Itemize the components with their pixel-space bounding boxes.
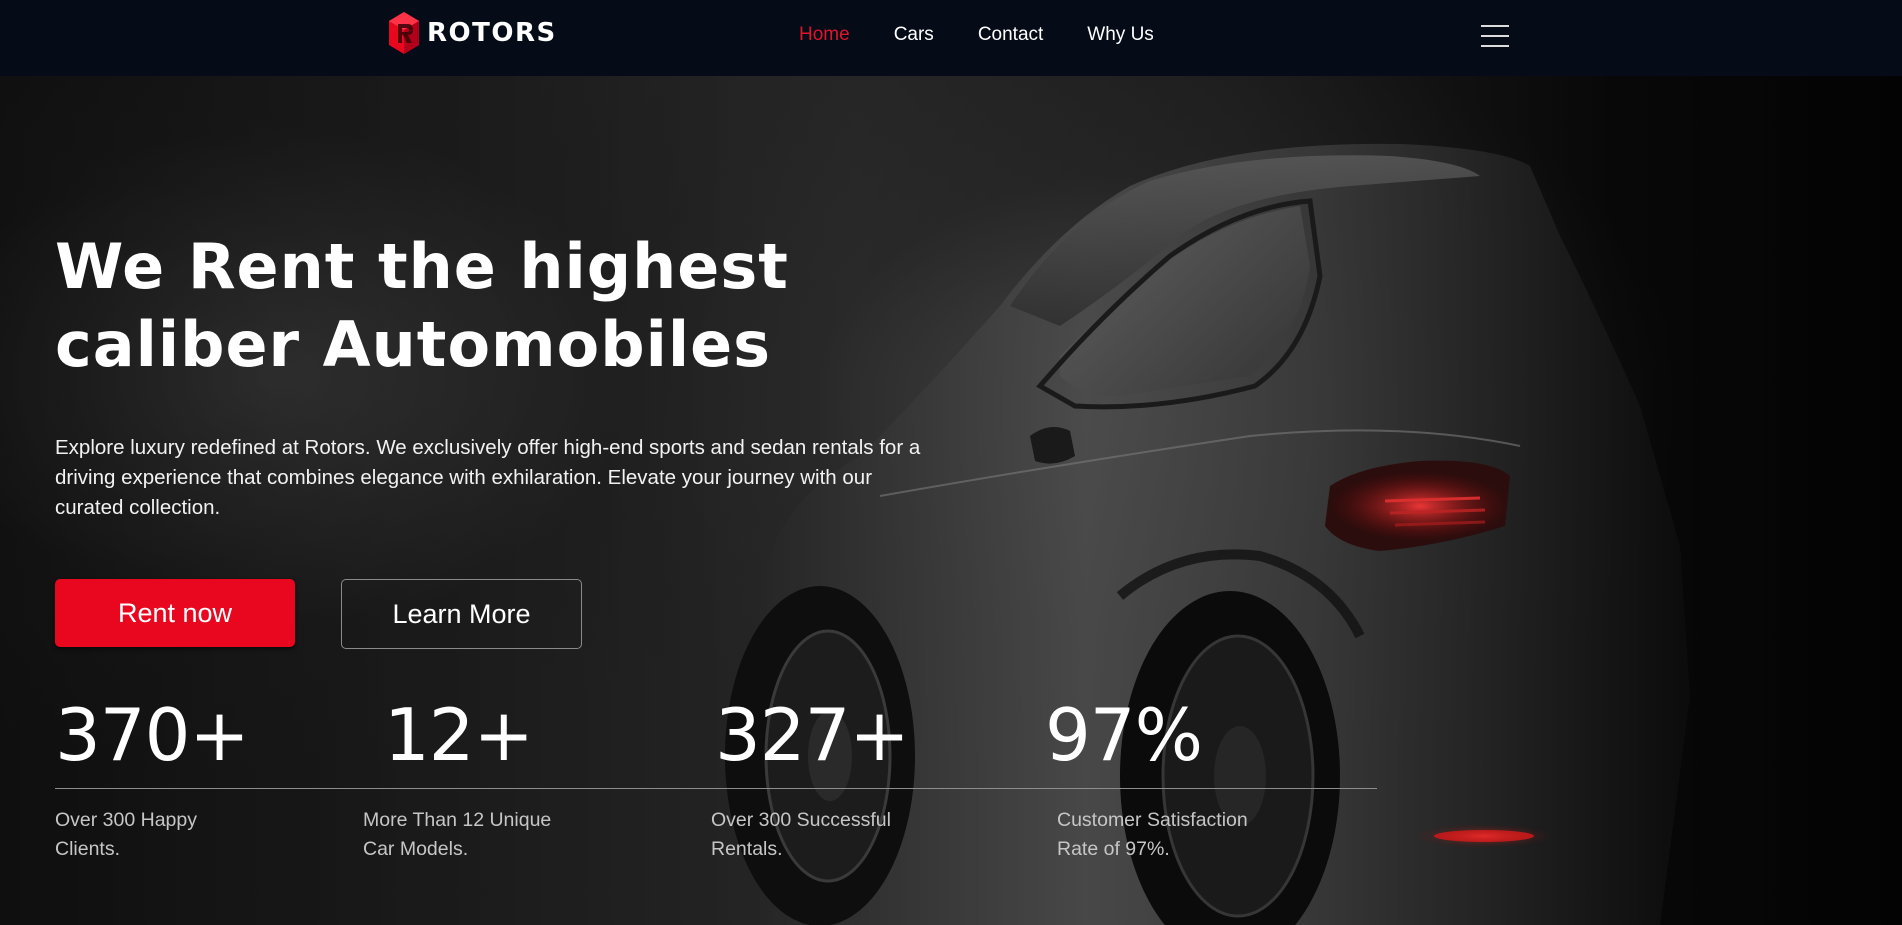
hero-title-line-1: We Rent the highest xyxy=(55,230,789,303)
hero-title-line-2: caliber Automobiles xyxy=(55,308,772,381)
stat-label-line: Clients. xyxy=(55,838,121,860)
brand-logo-link[interactable]: ROTORS xyxy=(387,10,557,56)
stat-label-line: Rate of 97%. xyxy=(1057,838,1170,860)
hamburger-line xyxy=(1481,35,1509,37)
stat-label-line: Customer Satisfaction xyxy=(1057,809,1248,831)
stat-label-line: More Than 12 Unique xyxy=(363,809,552,831)
learn-more-button[interactable]: Learn More xyxy=(341,579,582,649)
nav-why-us-link[interactable]: Why Us xyxy=(1087,22,1154,48)
brand-name: ROTORS xyxy=(427,18,557,48)
stat-value-rentals: 327+ xyxy=(715,693,910,777)
stat-label-car-models: More Than 12 Unique Car Models. xyxy=(363,806,593,864)
rotors-hexagon-logo-icon xyxy=(389,12,419,54)
stat-label-rentals: Over 300 Successful Rentals. xyxy=(711,806,941,864)
hero-title: We Rent the highest caliber Automobiles xyxy=(55,228,955,384)
stat-label-line: Over 300 Successful xyxy=(711,809,891,831)
stat-value-car-models: 12+ xyxy=(384,693,534,777)
main-nav: Home Cars Contact Why Us xyxy=(799,22,1154,48)
stat-value-happy-clients: 370+ xyxy=(55,693,250,777)
stat-label-line: Over 300 Happy xyxy=(55,809,197,831)
stats-divider xyxy=(55,788,1377,789)
stat-value-satisfaction: 97% xyxy=(1045,693,1203,777)
stat-label-line: Rentals. xyxy=(711,838,783,860)
stat-label-happy-clients: Over 300 Happy Clients. xyxy=(55,806,285,864)
rent-now-button[interactable]: Rent now xyxy=(55,579,295,647)
nav-contact-link[interactable]: Contact xyxy=(978,22,1043,48)
hamburger-line xyxy=(1481,45,1509,47)
nav-home-link[interactable]: Home xyxy=(799,22,850,48)
hamburger-menu-icon[interactable] xyxy=(1481,25,1509,47)
stat-label-line: Car Models. xyxy=(363,838,469,860)
hamburger-line xyxy=(1481,25,1509,27)
site-header: ROTORS Home Cars Contact Why Us xyxy=(0,0,1902,76)
hero-section: We Rent the highest caliber Automobiles … xyxy=(0,76,1902,925)
hero-description: Explore luxury redefined at Rotors. We e… xyxy=(55,436,921,519)
stat-label-satisfaction: Customer Satisfaction Rate of 97%. xyxy=(1057,806,1287,864)
nav-cars-link[interactable]: Cars xyxy=(894,22,934,48)
